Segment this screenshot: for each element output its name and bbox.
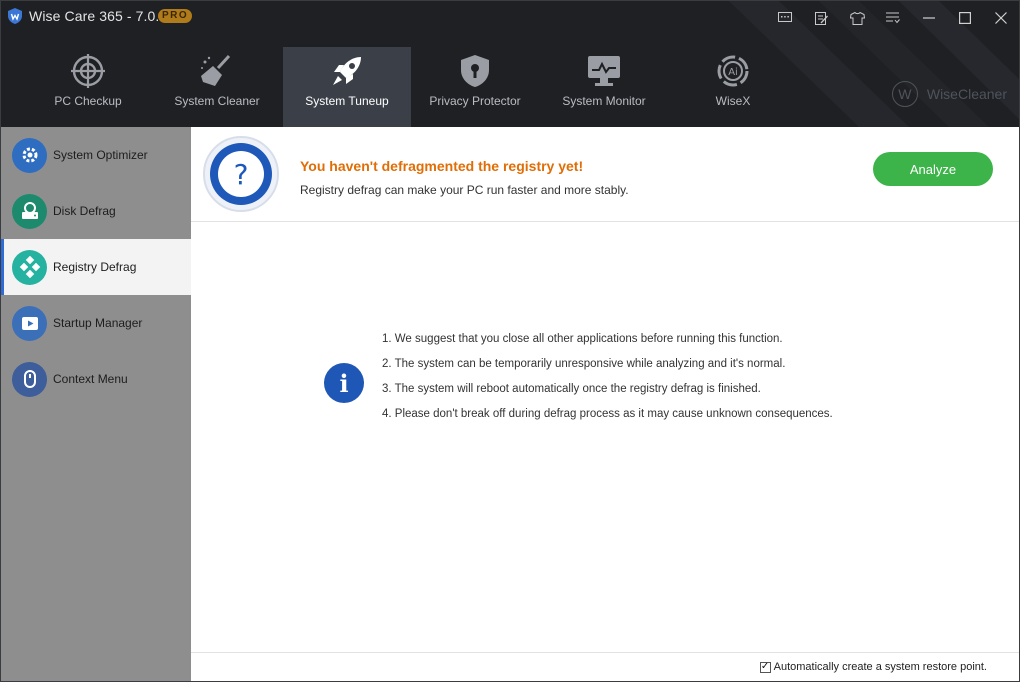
- tab-system-cleaner[interactable]: System Cleaner: [153, 47, 281, 127]
- registry-icon: [12, 249, 47, 285]
- tab-label: System Monitor: [562, 94, 646, 108]
- brand-name: WiseCleaner: [926, 86, 1007, 102]
- sidebar-item-system-optimizer[interactable]: System Optimizer: [1, 127, 191, 183]
- restore-point-option[interactable]: ✓ Automatically create a system restore …: [759, 661, 987, 673]
- window-title: Wise Care 365 - 7.0.4: [29, 8, 168, 24]
- menu-icon[interactable]: [875, 1, 911, 35]
- tab-system-monitor[interactable]: System Monitor: [540, 47, 668, 127]
- tab-label: PC Checkup: [54, 94, 122, 108]
- sidebar-item-label: Disk Defrag: [53, 204, 116, 218]
- footer: ✓ Automatically create a system restore …: [191, 652, 1019, 681]
- restore-point-label: Automatically create a system restore po…: [773, 661, 987, 673]
- sidebar-item-disk-defrag[interactable]: Disk Defrag: [1, 183, 191, 239]
- rocket-icon: [283, 53, 411, 89]
- status-title: You haven't defragmented the registry ye…: [300, 158, 584, 174]
- info-icon: i: [324, 363, 364, 403]
- sidebar-item-label: Context Menu: [53, 372, 128, 386]
- wisex-icon: Ai: [669, 53, 797, 89]
- list-item: 3. The system will reboot automatically …: [382, 383, 761, 395]
- startup-icon: [12, 305, 47, 341]
- main-panel: ? You haven't defragmented the registry …: [191, 127, 1019, 681]
- tab-label: System Tuneup: [305, 94, 389, 108]
- sidebar-item-label: Startup Manager: [53, 316, 143, 330]
- sidebar-item-label: Registry Defrag: [53, 260, 137, 274]
- app-logo-icon: [8, 8, 22, 24]
- minimize-icon[interactable]: [911, 1, 947, 35]
- broom-icon: [153, 53, 281, 89]
- tab-label: WiseX: [715, 94, 751, 108]
- mouse-icon: [12, 361, 47, 397]
- wisecleaner-brand: W WiseCleaner: [891, 81, 1007, 107]
- svg-text:Ai: Ai: [728, 67, 738, 78]
- tab-privacy-protector[interactable]: Privacy Protector: [411, 47, 539, 127]
- feedback-icon[interactable]: [767, 1, 803, 35]
- list-item: 1. We suggest that you close all other a…: [382, 333, 783, 345]
- disk-icon: [12, 193, 47, 229]
- pro-badge: PRO: [158, 9, 193, 23]
- status-subtitle: Registry defrag can make your PC run fas…: [300, 183, 629, 197]
- sidebar-item-context-menu[interactable]: Context Menu: [1, 351, 191, 407]
- maximize-icon[interactable]: [947, 1, 983, 35]
- restore-point-checkbox[interactable]: ✓: [759, 661, 771, 673]
- tab-pc-checkup[interactable]: PC Checkup: [24, 47, 152, 127]
- tab-label: Privacy Protector: [429, 94, 521, 108]
- skin-icon[interactable]: [839, 1, 875, 35]
- notes-icon[interactable]: [803, 1, 839, 35]
- close-icon[interactable]: [983, 1, 1019, 35]
- tips-list: 1. We suggest that you close all other a…: [382, 332, 1002, 432]
- main-nav: PC Checkup System Cleaner System Tuneup …: [1, 47, 1019, 127]
- title-bar: Wise Care 365 - 7.0.4 PRO: [1, 1, 1019, 35]
- gear-icon: [12, 137, 47, 173]
- sidebar-item-registry-defrag[interactable]: Registry Defrag: [1, 239, 191, 295]
- tab-label: System Cleaner: [174, 94, 260, 108]
- sidebar-item-startup-manager[interactable]: Startup Manager: [1, 295, 191, 351]
- question-icon: ?: [203, 136, 279, 212]
- analyze-button[interactable]: Analyze: [873, 152, 993, 186]
- crosshair-icon: [24, 53, 152, 89]
- shield-lock-icon: [411, 53, 539, 89]
- title-bar-controls: [767, 1, 1019, 35]
- wisecleaner-logo-icon: W: [891, 81, 918, 107]
- list-item: 2. The system can be temporarily unrespo…: [382, 358, 786, 370]
- sidebar-item-label: System Optimizer: [53, 148, 148, 162]
- tab-system-tuneup[interactable]: System Tuneup: [283, 47, 411, 127]
- monitor-icon: [540, 53, 668, 89]
- tab-wisex[interactable]: Ai WiseX: [669, 47, 797, 127]
- list-item: 4. Please don't break off during defrag …: [382, 408, 833, 420]
- app-window: Wise Care 365 - 7.0.4 PRO PC Checkup Sys…: [0, 0, 1020, 682]
- sidebar: System Optimizer Disk Defrag Registry De…: [1, 127, 191, 681]
- status-header: ? You haven't defragmented the registry …: [191, 127, 1019, 222]
